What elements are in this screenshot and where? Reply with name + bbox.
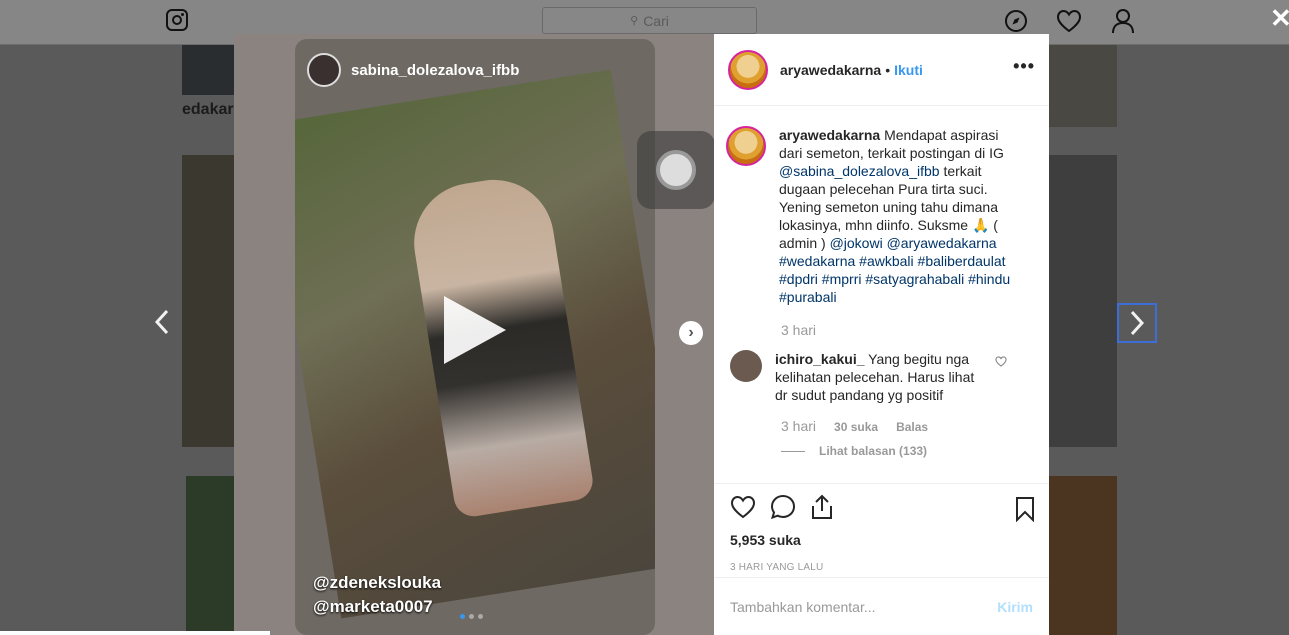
- share-icon[interactable]: [810, 494, 834, 525]
- view-replies-label: Lihat balasan (133): [819, 444, 928, 458]
- background-post-thumbnail: [1049, 476, 1117, 635]
- search-icon: ⚲: [630, 15, 639, 27]
- reply-button[interactable]: Balas: [896, 420, 928, 434]
- story-tags: @zdenekslouka @marketa0007: [313, 571, 441, 619]
- background-post-thumbnail: [182, 45, 234, 95]
- background-post-thumbnail: [1049, 155, 1117, 447]
- comment-meta: 3 hari 30 suka Balas: [781, 418, 1035, 434]
- separator-dot: •: [885, 61, 891, 78]
- search-input[interactable]: ⚲ Cari: [542, 7, 757, 34]
- caption-time[interactable]: 3 hari: [781, 322, 1035, 338]
- bottom-bar: [0, 631, 270, 635]
- mention-link[interactable]: @sabina_dolezalova_ifbb: [779, 163, 940, 179]
- record-button-icon: [637, 131, 714, 209]
- carousel-dot: [478, 614, 483, 619]
- post-header: aryawedakarna • Ikuti •••: [714, 34, 1049, 106]
- caption: aryawedakarna Mendapat aspirasi dari sem…: [726, 126, 1035, 306]
- next-media-icon[interactable]: ›: [679, 321, 703, 345]
- comment-text: ichiro_kakui_ Yang begitu nga kelihatan …: [775, 350, 985, 404]
- comment-input[interactable]: [730, 598, 998, 615]
- close-icon[interactable]: ✕: [1270, 5, 1289, 31]
- play-icon[interactable]: [444, 296, 506, 364]
- like-icon[interactable]: [730, 495, 756, 524]
- comments-section[interactable]: aryawedakarna Mendapat aspirasi dari sem…: [714, 106, 1049, 483]
- view-replies-button[interactable]: Lihat balasan (133): [781, 444, 1035, 458]
- post-actions: 5,953 suka 3 HARI YANG LALU: [714, 483, 1049, 573]
- comment-item: ichiro_kakui_ Yang begitu nga kelihatan …: [726, 350, 1035, 404]
- comment-likes[interactable]: 30 suka: [834, 420, 878, 434]
- comment-icon[interactable]: [770, 494, 796, 525]
- post-comment-button[interactable]: Kirim: [997, 599, 1033, 615]
- follow-button[interactable]: Ikuti: [894, 62, 923, 78]
- comment-time[interactable]: 3 hari: [781, 418, 816, 434]
- commenter-username[interactable]: ichiro_kakui_: [775, 351, 865, 367]
- post-date[interactable]: 3 HARI YANG LALU: [730, 562, 1035, 573]
- carousel-indicator: [460, 614, 483, 619]
- search-placeholder: Cari: [643, 12, 669, 29]
- mention-link[interactable]: @jokowi: [830, 235, 883, 251]
- previous-post-icon[interactable]: [152, 307, 172, 343]
- caption-username[interactable]: aryawedakarna: [779, 127, 880, 143]
- caption-text: aryawedakarna Mendapat aspirasi dari sem…: [779, 126, 1024, 306]
- story-tag: @zdenekslouka: [313, 573, 442, 592]
- author-username[interactable]: aryawedakarna: [780, 62, 881, 78]
- like-comment-icon[interactable]: [995, 356, 1007, 370]
- post-media: sabina_dolezalova_ifbb @zdenekslouka @ma…: [234, 34, 714, 635]
- replies-line: [781, 450, 805, 452]
- commenter-avatar[interactable]: [730, 350, 762, 382]
- story-header: sabina_dolezalova_ifbb: [307, 53, 519, 87]
- heart-icon[interactable]: [1056, 8, 1082, 34]
- compass-icon[interactable]: [1003, 8, 1029, 34]
- carousel-dot: [469, 614, 474, 619]
- next-post-icon[interactable]: [1117, 303, 1157, 343]
- story-username: sabina_dolezalova_ifbb: [351, 61, 520, 79]
- add-comment-bar: Kirim: [714, 577, 1049, 635]
- carousel-dot: [460, 614, 465, 619]
- background-post-thumbnail: [186, 476, 234, 635]
- bookmark-icon[interactable]: [1015, 496, 1035, 527]
- background-post-thumbnail: [1049, 45, 1117, 127]
- author-avatar[interactable]: [728, 49, 768, 90]
- mention-link[interactable]: @aryawedakarna: [887, 235, 997, 251]
- user-icon[interactable]: [1110, 8, 1136, 34]
- background-post-thumbnail: [182, 155, 234, 447]
- caption-avatar[interactable]: [726, 126, 766, 166]
- likes-count[interactable]: 5,953 suka: [730, 532, 1035, 548]
- action-icons: [730, 494, 1035, 525]
- story-tag: @marketa0007: [313, 597, 433, 616]
- more-options-icon[interactable]: •••: [1013, 57, 1035, 75]
- post-details-panel: aryawedakarna • Ikuti ••• aryawedakarna …: [714, 34, 1049, 635]
- story-avatar: [307, 53, 341, 87]
- hashtag-links[interactable]: #wedakarna #awkbali #baliberdaulat #dpdr…: [779, 253, 1010, 305]
- instagram-icon[interactable]: [166, 9, 188, 31]
